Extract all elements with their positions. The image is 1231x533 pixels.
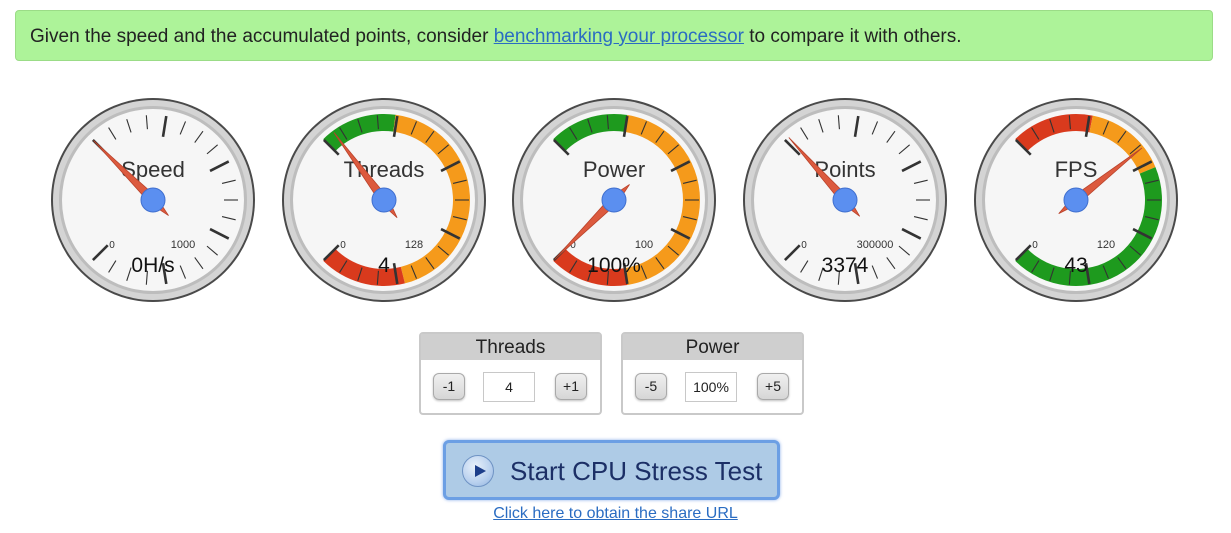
gauge-value-readout: 100% <box>587 254 641 277</box>
gauge-min-label: 0 <box>340 240 346 251</box>
power-control: Power -5 +5 <box>621 332 804 415</box>
threads-input[interactable] <box>483 372 535 402</box>
power-increment-button[interactable]: +5 <box>757 373 789 400</box>
gauge-value-readout: 0H/s <box>131 254 174 277</box>
gauge-hub <box>371 187 397 213</box>
gauge-max-label: 1000 <box>171 239 195 251</box>
threads-increment-button[interactable]: +1 <box>555 373 587 400</box>
gauge-hub <box>1063 187 1089 213</box>
gauge-graphic: Points0 3000003374 <box>743 98 947 302</box>
gauge-min-label: 0 <box>1032 240 1038 251</box>
info-banner: Given the speed and the accumulated poin… <box>15 10 1213 61</box>
power-input[interactable] <box>685 372 737 402</box>
gauge-max-label: 100 <box>635 239 653 251</box>
gauge-max-label: 120 <box>1097 239 1115 251</box>
banner-text-after: to compare it with others. <box>743 26 962 47</box>
gauge-hub <box>601 187 627 213</box>
gauge-hub <box>832 187 858 213</box>
power-decrement-button[interactable]: -5 <box>635 373 667 400</box>
gauge-graphic: Threads0 1284 <box>282 98 486 302</box>
power-control-title: Power <box>623 334 802 360</box>
gauge-title: FPS <box>1055 157 1098 182</box>
fps-gauge: FPS 0 120 43 <box>973 97 1179 303</box>
gauge-graphic: Speed0 10000H/s <box>51 98 255 302</box>
threads-decrement-button[interactable]: -1 <box>433 373 465 400</box>
gauge-min-label: 0 <box>109 240 115 251</box>
start-stress-test-button[interactable]: Start CPU Stress Test <box>443 440 780 500</box>
benchmark-link[interactable]: benchmarking your processor <box>494 26 744 47</box>
power-gauge: Power 0 100 100% <box>511 97 717 303</box>
gauge-graphic: Power0 100100% <box>512 98 716 302</box>
gauge-max-label: 300000 <box>857 239 894 251</box>
start-button-label: Start CPU Stress Test <box>510 456 763 486</box>
threads-gauge: Threads 0 128 4 <box>281 97 487 303</box>
gauge-min-label: 0 <box>801 240 807 251</box>
gauge-value-readout: 3374 <box>822 254 869 277</box>
threads-control: Threads -1 +1 <box>419 332 602 415</box>
play-icon <box>462 455 494 487</box>
gauge-value-readout: 43 <box>1064 254 1087 277</box>
gauge-hub <box>140 187 166 213</box>
gauge-graphic: FPS 0 120 43 <box>974 98 1178 302</box>
gauge-max-label: 128 <box>405 239 423 251</box>
threads-control-title: Threads <box>421 334 600 360</box>
speed-gauge: Speed 0 1000 0H/s <box>50 97 256 303</box>
gauge-title: Power <box>583 157 645 182</box>
gauge-value-readout: 4 <box>378 254 390 277</box>
banner-text-before: Given the speed and the accumulated poin… <box>30 26 494 47</box>
points-gauge: Points 0 300000 3374 <box>742 97 948 303</box>
share-url-link[interactable]: Click here to obtain the share URL <box>0 505 1231 523</box>
